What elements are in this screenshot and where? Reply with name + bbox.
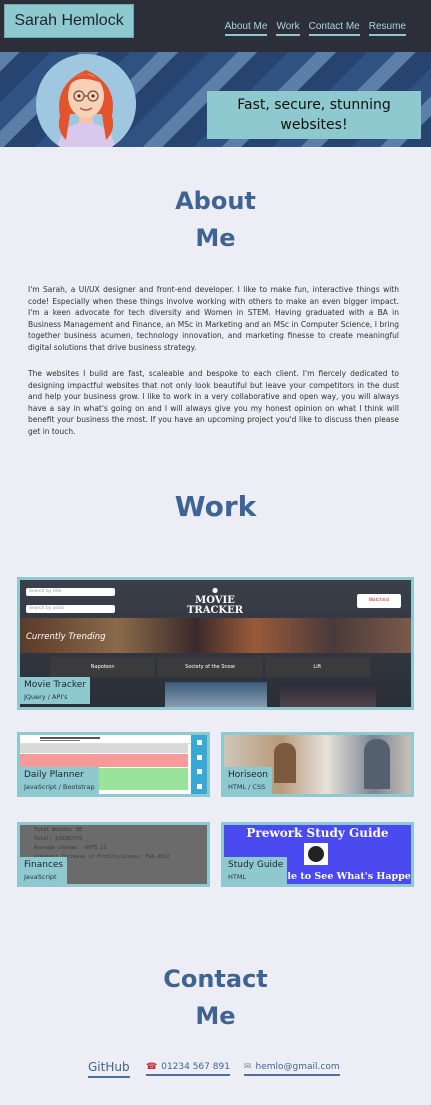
watchlist-button: Watchlist [357, 594, 401, 608]
contact-heading-line2: Me [195, 1002, 236, 1030]
nav-links: About Me Work Contact Me Resume [224, 21, 406, 36]
hero-tagline: Fast, secure, stunning websites! [207, 91, 421, 139]
nav-resume[interactable]: Resume [368, 21, 406, 36]
about-heading-line2: Me [195, 224, 236, 252]
project-label: Study Guide HTML [224, 857, 288, 884]
about-heading-line1: About [175, 187, 256, 215]
study-guide-heading: Prework Study Guide [246, 826, 389, 840]
nav-contact-me[interactable]: Contact Me [308, 21, 360, 36]
film-title: Lift [264, 657, 370, 677]
project-label: Horiseon HTML / CSS [224, 767, 272, 794]
github-cat-icon [304, 843, 328, 865]
email-link[interactable]: ✉ hemlo@gmail.com [244, 1062, 340, 1076]
nav-work[interactable]: Work [276, 21, 300, 36]
finances-line: Total months: 86 [34, 827, 83, 833]
hero-banner: Fast, secure, stunning websites! [0, 52, 431, 147]
work-heading: Work [174, 490, 257, 523]
about-heading: About Me [0, 183, 431, 257]
project-tech: JavaScript [24, 873, 57, 881]
project-card-movie-tracker[interactable]: Search by title Search by actor ✺ MOVIE … [17, 577, 414, 710]
project-card-horiseon[interactable]: Horiseon HTML / CSS [221, 732, 414, 797]
phone-icon: ☎ [146, 1062, 158, 1072]
project-tech: HTML / CSS [228, 783, 266, 791]
about-paragraph-2: The websites I build are fast, scaleable… [28, 369, 399, 436]
film-poster [165, 682, 267, 707]
email-address: hemlo@gmail.com [255, 1062, 340, 1072]
contact-heading-line1: Contact [163, 965, 268, 993]
avatar-illustration [36, 54, 136, 147]
trending-films-row: Napoleon Society of the Snow Lift [50, 657, 370, 677]
phone-link[interactable]: ☎ 01234 567 891 [146, 1062, 230, 1076]
movie-tracker-brand: ✺ MOVIE TRACKER [170, 586, 260, 616]
project-tech: HTML [228, 873, 247, 881]
nav-about-me[interactable]: About Me [224, 21, 268, 36]
project-title: Finances [24, 860, 64, 870]
film-title: Napoleon [50, 657, 156, 677]
project-tech: JavaScript / Bootstrap [24, 783, 95, 791]
project-card-study-guide[interactable]: Prework Study Guide Open the Console to … [221, 822, 414, 887]
film-poster [280, 682, 376, 707]
envelope-icon: ✉ [244, 1062, 252, 1072]
finances-line: Total: $38382578 [34, 836, 83, 842]
about-paragraph-1: I'm Sarah, a UI/UX designer and front-en… [28, 285, 399, 352]
project-label: Finances JavaScript [20, 857, 68, 884]
movie-brand-line2: TRACKER [186, 605, 244, 616]
project-label: Movie Tracker JQuery / API's [20, 677, 90, 704]
site-logo[interactable]: Sarah Hemlock [4, 4, 134, 38]
avatar [36, 54, 136, 147]
phone-number: 01234 567 891 [161, 1062, 230, 1072]
project-label: Daily Planner JavaScript / Bootstrap [20, 767, 99, 794]
project-card-daily-planner[interactable]: Daily Planner JavaScript / Bootstrap [17, 732, 210, 797]
contact-heading: Contact Me [0, 961, 431, 1035]
project-tech: JQuery / API's [24, 693, 68, 701]
film-title: Society of the Snow [157, 657, 263, 677]
finances-line: Average change: -8075.21 [34, 845, 107, 851]
project-title: Daily Planner [24, 770, 84, 780]
project-title: Horiseon [228, 770, 268, 780]
hero-tagline-text: Fast, secure, stunning websites! [237, 97, 391, 133]
top-navbar: Sarah Hemlock About Me Work Contact Me R… [0, 0, 431, 52]
project-title: Study Guide [228, 860, 284, 870]
project-card-finances[interactable]: Total months: 86 Total: $38382578 Averag… [17, 822, 210, 887]
project-title: Movie Tracker [24, 680, 86, 690]
movie-search-title-field: Search by title [26, 588, 115, 596]
github-link[interactable]: GitHub [88, 1060, 130, 1078]
movie-search-actor-field: Search by actor [26, 605, 115, 613]
currently-trending-label: Currently Trending [26, 632, 106, 642]
